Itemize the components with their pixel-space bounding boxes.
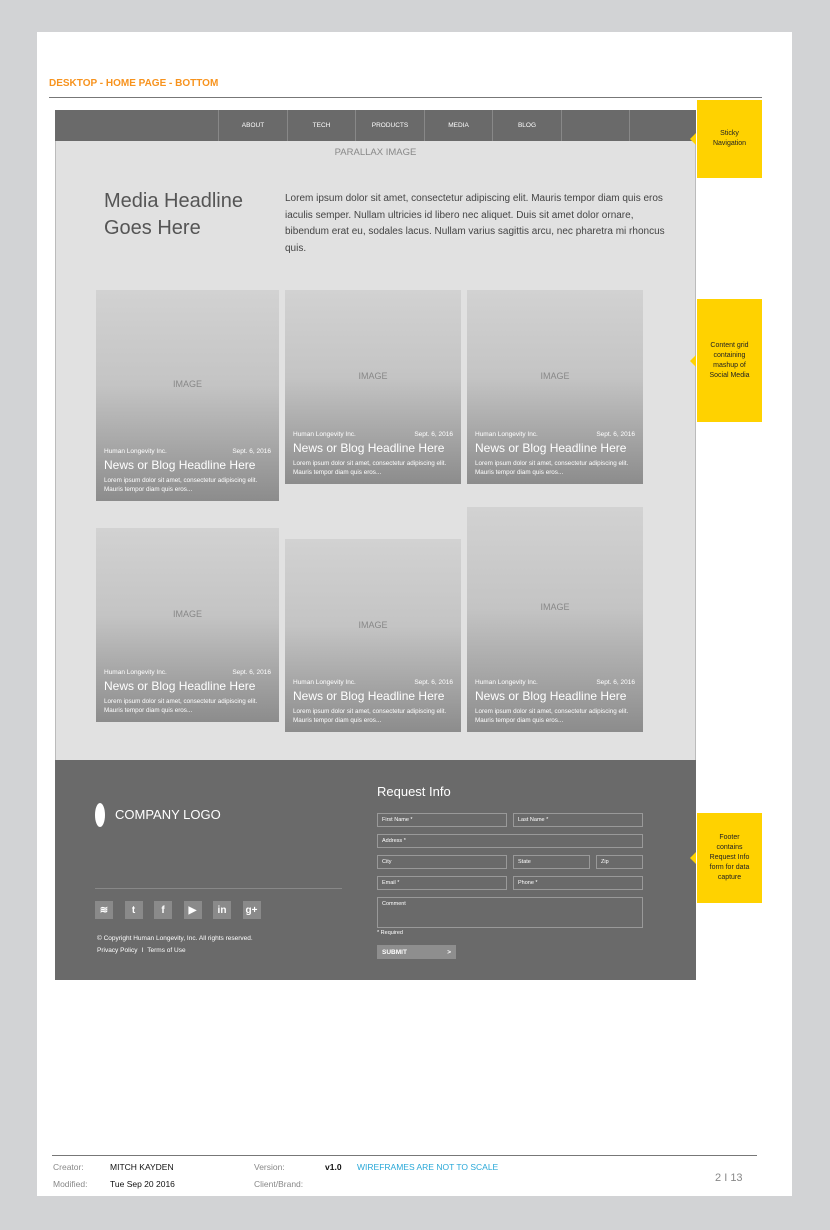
card-meta: Human Longevity Inc. Sept. 6, 2016 xyxy=(475,679,635,686)
card-source: Human Longevity Inc. xyxy=(104,669,167,676)
address-input[interactable]: Address * xyxy=(377,834,643,848)
card-excerpt: Lorem ipsum dolor sit amet, consectetur … xyxy=(104,477,258,493)
sticky-nav: ABOUT TECH PRODUCTS MEDIA BLOG xyxy=(55,110,696,141)
card-meta: Human Longevity Inc. Sept. 6, 2016 xyxy=(104,448,271,455)
required-note: * Required xyxy=(377,930,403,936)
nav-empty-2[interactable] xyxy=(629,110,696,141)
page-separator: I xyxy=(724,1172,728,1184)
image-placeholder: IMAGE xyxy=(540,602,570,612)
facebook-icon[interactable]: f xyxy=(154,901,172,919)
card-source: Human Longevity Inc. xyxy=(475,431,538,438)
last-name-input[interactable]: Last Name * xyxy=(513,813,643,827)
state-input[interactable]: State xyxy=(513,855,590,869)
card-date: Sept. 6, 2016 xyxy=(414,431,453,438)
google-plus-icon[interactable]: g+ xyxy=(242,901,261,919)
card-date: Sept. 6, 2016 xyxy=(596,679,635,686)
first-name-input[interactable]: First Name * xyxy=(377,813,507,827)
card-excerpt: Lorem ipsum dolor sit amet, consectetur … xyxy=(104,698,258,714)
city-input[interactable]: City xyxy=(377,855,507,869)
card-meta: Human Longevity Inc. Sept. 6, 2016 xyxy=(293,679,453,686)
card-excerpt: Lorem ipsum dolor sit amet, consectetur … xyxy=(293,708,447,724)
card-date: Sept. 6, 2016 xyxy=(232,448,271,455)
nav-about[interactable]: ABOUT xyxy=(218,110,287,141)
content-card[interactable]: IMAGE Human Longevity Inc. Sept. 6, 2016 … xyxy=(467,507,643,732)
scale-notice: WIREFRAMES ARE NOT TO SCALE xyxy=(357,1162,499,1172)
card-headline[interactable]: News or Blog Headline Here xyxy=(104,679,255,693)
parallax-label: PARALLAX IMAGE xyxy=(334,147,417,158)
annotation-nav: Sticky Navigation xyxy=(690,100,762,178)
content-card[interactable]: IMAGE Human Longevity Inc. Sept. 6, 2016 … xyxy=(96,528,279,722)
version: v1.0 xyxy=(325,1162,342,1172)
card-source: Human Longevity Inc. xyxy=(293,431,356,438)
divider xyxy=(49,97,762,98)
footer-links: Privacy Policy I Terms of Use xyxy=(97,947,190,954)
content-card[interactable]: IMAGE Human Longevity Inc. Sept. 6, 2016 … xyxy=(96,290,279,501)
link-separator: I xyxy=(141,947,144,954)
page-number: 2 I 13 xyxy=(715,1172,743,1184)
arrow-icon: > xyxy=(447,948,451,956)
nav-media[interactable]: MEDIA xyxy=(424,110,492,141)
divider xyxy=(52,1155,757,1156)
rss-icon[interactable]: ≋ xyxy=(95,901,113,919)
content-card[interactable]: IMAGE Human Longevity Inc. Sept. 6, 2016 … xyxy=(285,290,461,484)
twitter-icon[interactable]: t xyxy=(124,901,143,919)
card-meta: Human Longevity Inc. Sept. 6, 2016 xyxy=(475,431,635,438)
media-headline: Media Headline Goes Here xyxy=(104,190,243,239)
nav-empty-1[interactable] xyxy=(561,110,629,141)
card-source: Human Longevity Inc. xyxy=(104,448,167,455)
card-excerpt: Lorem ipsum dolor sit amet, consectetur … xyxy=(475,460,629,476)
current-page: 2 xyxy=(715,1172,722,1184)
page-title: DESKTOP - HOME PAGE - BOTTOM xyxy=(49,78,219,89)
creator-label: Creator: xyxy=(53,1162,84,1172)
form-title: Request Info xyxy=(377,784,451,799)
media-body: Lorem ipsum dolor sit amet, consectetur … xyxy=(285,193,665,254)
modified-label: Modified: xyxy=(53,1179,88,1189)
content-card[interactable]: IMAGE Human Longevity Inc. Sept. 6, 2016 … xyxy=(285,539,461,732)
version-label: Version: xyxy=(254,1162,285,1172)
nav-blog[interactable]: BLOG xyxy=(492,110,561,141)
card-excerpt: Lorem ipsum dolor sit amet, consectetur … xyxy=(293,460,447,476)
card-excerpt: Lorem ipsum dolor sit amet, consectetur … xyxy=(475,708,629,724)
card-date: Sept. 6, 2016 xyxy=(232,669,271,676)
card-headline[interactable]: News or Blog Headline Here xyxy=(475,441,626,455)
annotation-footer: Footer contains Request Info form for da… xyxy=(690,813,762,903)
card-headline[interactable]: News or Blog Headline Here xyxy=(475,689,626,703)
card-meta: Human Longevity Inc. Sept. 6, 2016 xyxy=(293,431,453,438)
card-headline[interactable]: News or Blog Headline Here xyxy=(293,689,444,703)
nav-tech[interactable]: TECH xyxy=(287,110,355,141)
card-meta: Human Longevity Inc. Sept. 6, 2016 xyxy=(104,669,271,676)
company-logo[interactable]: COMPANY LOGO xyxy=(115,807,221,822)
card-date: Sept. 6, 2016 xyxy=(596,431,635,438)
comment-textarea[interactable]: Comment xyxy=(377,897,643,928)
youtube-icon[interactable]: ▶ xyxy=(183,901,202,919)
annotation-grid: Content grid containing mashup of Social… xyxy=(690,299,762,422)
privacy-link[interactable]: Privacy Policy xyxy=(97,947,137,954)
image-placeholder: IMAGE xyxy=(358,620,388,630)
image-placeholder: IMAGE xyxy=(540,371,570,381)
submit-button[interactable]: SUBMIT > xyxy=(377,945,456,959)
zip-input[interactable]: Zip xyxy=(596,855,643,869)
image-placeholder: IMAGE xyxy=(172,609,202,619)
modified: Tue Sep 20 2016 xyxy=(110,1179,175,1189)
phone-input[interactable]: Phone * xyxy=(513,876,643,890)
card-headline[interactable]: News or Blog Headline Here xyxy=(104,458,255,472)
content-card[interactable]: IMAGE Human Longevity Inc. Sept. 6, 2016 … xyxy=(467,290,643,484)
client-label: Client/Brand: xyxy=(254,1179,304,1189)
creator: MITCH KAYDEN xyxy=(110,1162,174,1172)
terms-link[interactable]: Terms of Use xyxy=(147,947,185,954)
card-source: Human Longevity Inc. xyxy=(475,679,538,686)
image-placeholder: IMAGE xyxy=(358,371,388,381)
copyright: © Copyright Human Longevity, Inc. All ri… xyxy=(97,935,253,942)
nav-products[interactable]: PRODUCTS xyxy=(355,110,424,141)
divider xyxy=(95,888,342,889)
submit-label: SUBMIT xyxy=(382,948,407,956)
email-input[interactable]: Email * xyxy=(377,876,507,890)
card-headline[interactable]: News or Blog Headline Here xyxy=(293,441,444,455)
logo-icon xyxy=(95,803,105,827)
card-date: Sept. 6, 2016 xyxy=(414,679,453,686)
image-placeholder: IMAGE xyxy=(172,379,202,389)
card-source: Human Longevity Inc. xyxy=(293,679,356,686)
linkedin-icon[interactable]: in xyxy=(213,901,231,919)
total-pages: 13 xyxy=(730,1172,743,1184)
